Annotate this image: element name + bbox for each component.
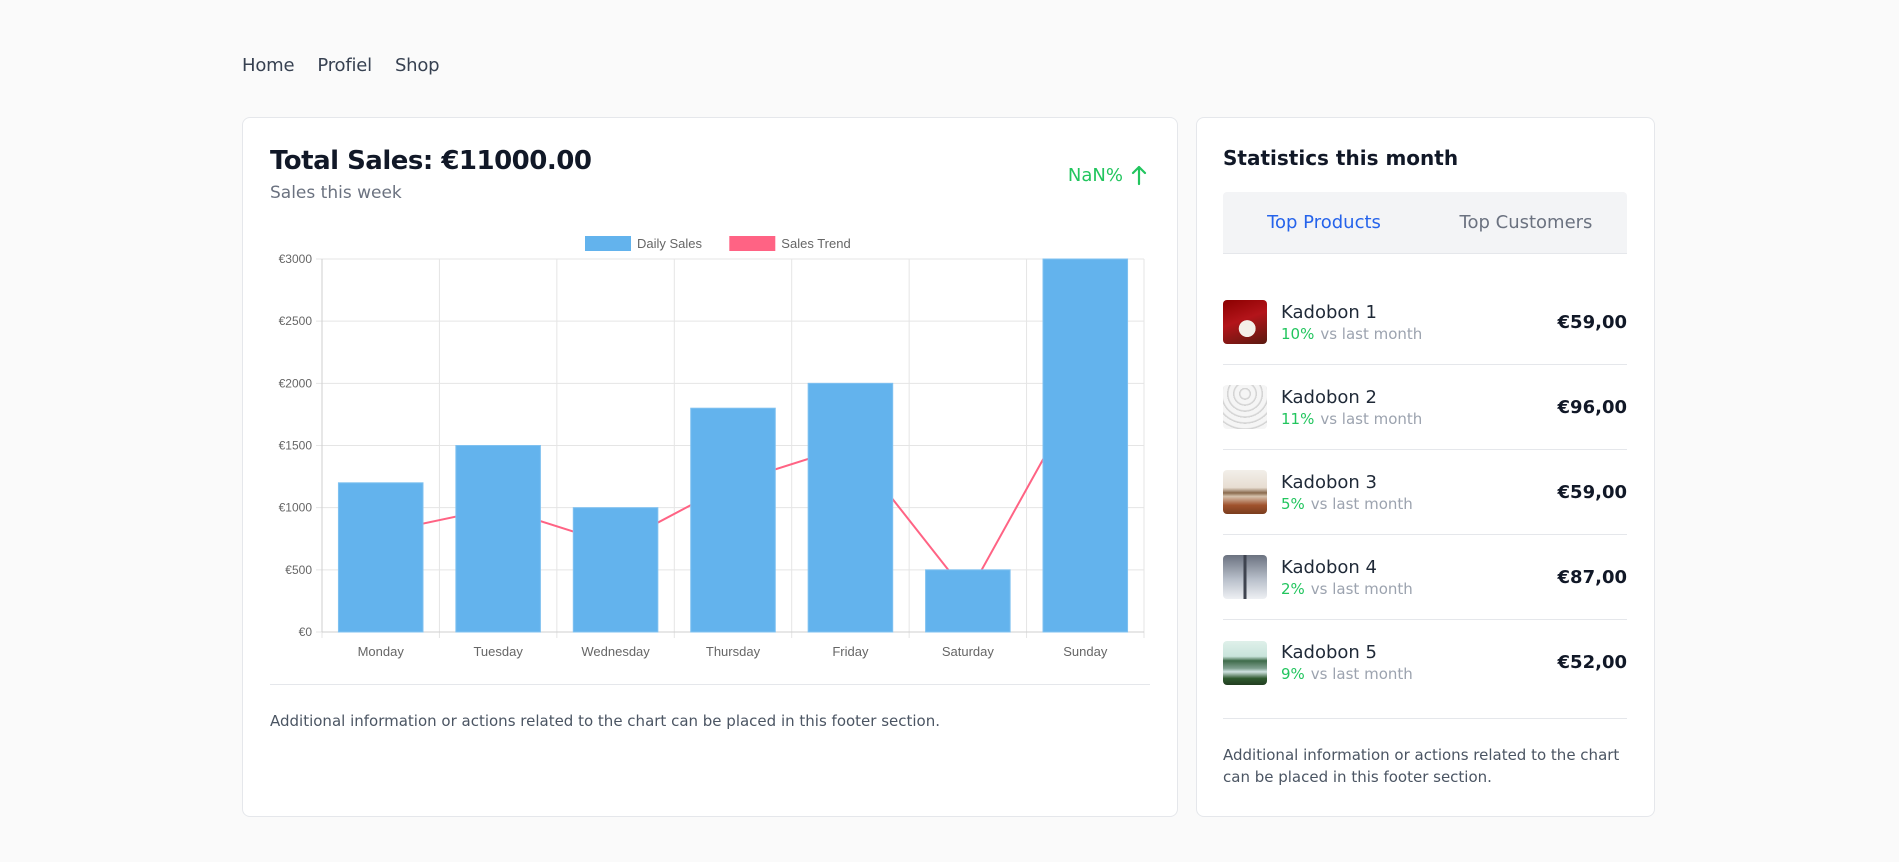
product-compare: vs last month — [1320, 324, 1423, 343]
list-item[interactable]: Kadobon 1 10% vs last month €59,00 — [1223, 280, 1627, 365]
y-tick-label: €0 — [299, 625, 313, 639]
statistics-tabs: Top Products Top Customers — [1223, 192, 1627, 254]
product-change: 11% — [1281, 409, 1315, 428]
nav-profiel[interactable]: Profiel — [317, 55, 372, 76]
product-meta: 9% vs last month — [1281, 665, 1558, 683]
product-meta: 10% vs last month — [1281, 325, 1558, 343]
growth-value: NaN% — [1067, 164, 1123, 186]
product-change: 2% — [1281, 579, 1305, 598]
product-price: €52,00 — [1557, 652, 1627, 673]
product-thumbnail-grey-tower — [1223, 555, 1267, 599]
list-item[interactable]: Kadobon 4 2% vs last month €87,00 — [1223, 535, 1627, 620]
tab-top-customers[interactable]: Top Customers — [1425, 192, 1627, 253]
x-tick-label: Wednesday — [581, 644, 650, 659]
daily-sales-bar — [807, 382, 894, 633]
legend-swatch — [585, 236, 631, 251]
x-tick-label: Friday — [832, 644, 869, 659]
daily-sales-bar — [455, 445, 541, 633]
product-compare: vs last month — [1320, 409, 1423, 428]
product-compare: vs last month — [1310, 494, 1413, 513]
arrow-up-icon — [1131, 165, 1147, 186]
product-info: Kadobon 4 2% vs last month — [1281, 557, 1558, 598]
x-tick-label: Thursday — [706, 644, 761, 659]
sales-card: Total Sales: €11000.00 Sales this week N… — [242, 117, 1178, 817]
y-tick-label: €1500 — [279, 439, 313, 453]
product-list: Kadobon 1 10% vs last month €59,00 Kadobo… — [1223, 280, 1627, 705]
tab-top-products[interactable]: Top Products — [1223, 192, 1425, 253]
sales-subtitle: Sales this week — [270, 183, 402, 203]
product-info: Kadobon 5 9% vs last month — [1281, 642, 1558, 683]
legend-swatch — [729, 236, 776, 251]
product-meta: 11% vs last month — [1281, 410, 1558, 428]
product-change: 9% — [1281, 665, 1305, 683]
y-tick-label: €500 — [285, 563, 312, 577]
x-tick-label: Monday — [358, 644, 405, 659]
product-thumbnail-desert-landscape — [1223, 470, 1267, 514]
daily-sales-bar — [1042, 258, 1129, 633]
daily-sales-bar — [690, 407, 776, 633]
legend-label: Sales Trend — [781, 236, 850, 251]
product-name: Kadobon 1 — [1281, 301, 1377, 323]
product-name: Kadobon 4 — [1281, 556, 1377, 578]
list-item[interactable]: Kadobon 5 9% vs last month €52,00 — [1223, 620, 1627, 705]
product-price: €87,00 — [1557, 566, 1627, 588]
product-change: 5% — [1281, 494, 1305, 513]
x-tick-label: Saturday — [942, 644, 995, 659]
nav-shop[interactable]: Shop — [395, 55, 440, 76]
total-sales-title: Total Sales: €11000.00 — [270, 146, 592, 176]
sales-footer-text: Additional information or actions relate… — [270, 712, 941, 730]
product-thumbnail-white-dome — [1223, 385, 1267, 429]
list-item[interactable]: Kadobon 3 5% vs last month €59,00 — [1223, 450, 1627, 535]
product-change: 10% — [1281, 324, 1315, 343]
top-nav: Home Profiel Shop — [242, 55, 440, 76]
product-thumbnail-green-lake — [1223, 640, 1267, 685]
growth-indicator: NaN% — [1068, 164, 1147, 186]
sales-chart-svg: €0 €500 €1000 €1500 €2000 €2500 €3000 Monday Tue… — [279, 236, 1145, 659]
daily-sales-bar — [925, 569, 1011, 633]
x-tick-label: Tuesday — [473, 644, 523, 659]
product-info: Kadobon 1 10% vs last month — [1281, 302, 1558, 343]
product-compare: vs last month — [1310, 579, 1413, 598]
statistics-divider — [1223, 718, 1627, 719]
y-tick-label: €3000 — [279, 252, 313, 266]
product-meta: 2% vs last month — [1281, 580, 1558, 598]
product-name: Kadobon 5 — [1281, 642, 1377, 663]
legend-label: Daily Sales — [637, 236, 703, 251]
product-info: Kadobon 3 5% vs last month — [1281, 472, 1558, 513]
nav-home[interactable]: Home — [242, 55, 295, 76]
sales-chart: €0 €500 €1000 €1500 €2000 €2500 €3000 Monday Tue… — [243, 228, 1179, 688]
product-price: €96,00 — [1557, 396, 1627, 418]
product-info: Kadobon 2 11% vs last month — [1281, 387, 1558, 428]
product-compare: vs last month — [1310, 665, 1413, 683]
list-item[interactable]: Kadobon 2 11% vs last month €96,00 — [1223, 365, 1627, 450]
product-meta: 5% vs last month — [1281, 495, 1558, 513]
product-name: Kadobon 2 — [1281, 386, 1377, 408]
y-tick-label: €2000 — [279, 376, 313, 390]
x-tick-label: Sunday — [1063, 644, 1108, 659]
product-price: €59,00 — [1557, 311, 1627, 333]
product-name: Kadobon 3 — [1281, 471, 1377, 493]
product-thumbnail-red-shoes — [1223, 300, 1267, 344]
y-tick-label: €2500 — [279, 314, 313, 328]
daily-sales-bar — [572, 507, 659, 633]
statistics-card: Statistics this month Top Products Top C… — [1196, 117, 1655, 817]
statistics-title: Statistics this month — [1223, 146, 1459, 170]
statistics-footer-text: Additional information or actions relate… — [1223, 746, 1620, 786]
product-price: €59,00 — [1557, 481, 1627, 503]
y-tick-label: €1000 — [279, 501, 313, 515]
daily-sales-bar — [337, 482, 424, 633]
sales-divider — [270, 684, 1150, 685]
